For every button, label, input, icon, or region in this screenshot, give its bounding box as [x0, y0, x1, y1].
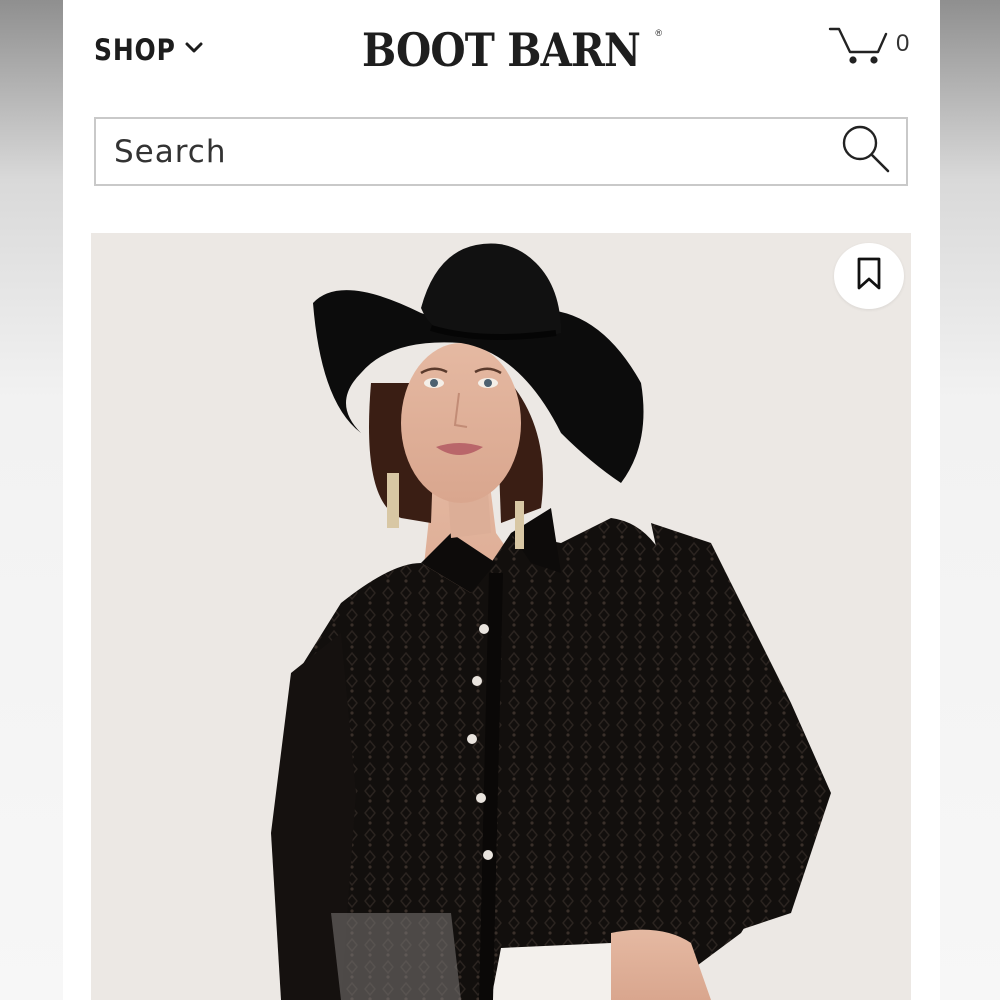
shop-menu-button[interactable]: SHOP — [94, 30, 203, 70]
search-bar — [94, 117, 908, 186]
logo-registered-mark: ® — [655, 28, 662, 38]
search-icon — [838, 121, 894, 182]
chevron-down-icon — [185, 41, 203, 59]
wishlist-button[interactable] — [834, 243, 904, 309]
search-input[interactable] — [96, 119, 826, 184]
boot-barn-logo[interactable]: BOOT BARN ® — [342, 20, 662, 80]
cart-count: 0 — [896, 29, 910, 57]
bookmark-icon — [856, 257, 882, 296]
cart-button[interactable]: 0 — [828, 25, 909, 70]
product-photo — [91, 233, 911, 1000]
cart-icon — [828, 24, 890, 71]
search-button[interactable] — [826, 119, 906, 184]
shop-menu-label: SHOP — [94, 33, 176, 67]
product-image[interactable] — [91, 233, 911, 1000]
page: SHOP BOOT BARN ® 0 — [63, 0, 940, 1000]
site-header: SHOP BOOT BARN ® 0 — [63, 0, 940, 100]
logo-text: BOOT BARN — [361, 23, 641, 77]
